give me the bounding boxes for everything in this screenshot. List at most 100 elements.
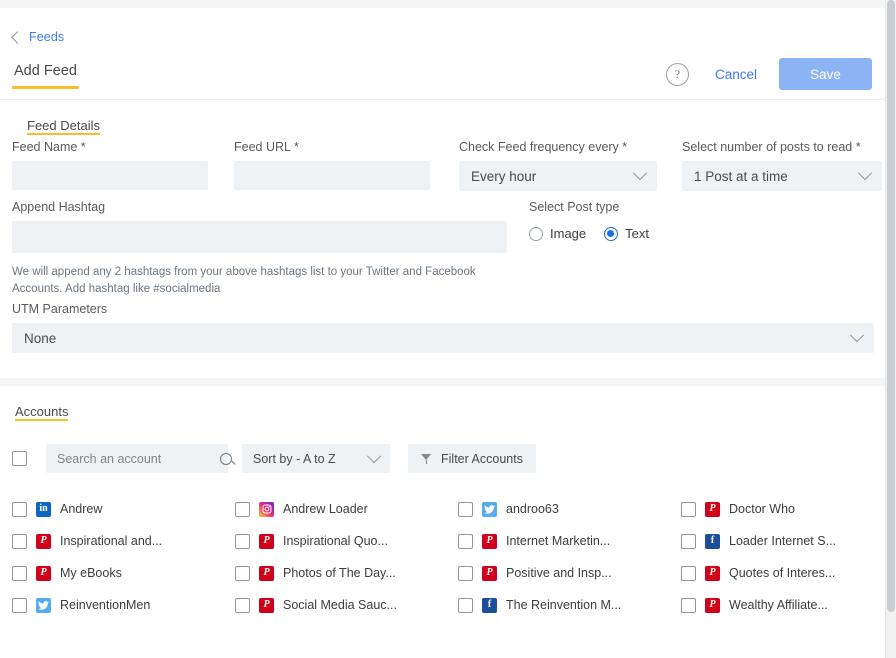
page-title-underline (12, 86, 79, 89)
account-item[interactable]: Andrew Loader (235, 493, 458, 525)
utm-value: None (24, 331, 56, 346)
tab-accounts[interactable]: Accounts (12, 404, 71, 428)
pinterest-icon: P (36, 534, 51, 549)
tab-feed-details[interactable]: Feed Details (24, 118, 103, 142)
account-item[interactable]: PDoctor Who (681, 493, 874, 525)
account-item[interactable]: PInspirational and... (12, 525, 235, 557)
account-checkbox[interactable] (12, 534, 27, 549)
account-checkbox[interactable] (681, 502, 696, 517)
account-label: Wealthy Affiliate... (729, 598, 828, 612)
account-item[interactable]: inAndrew (12, 493, 235, 525)
field-posts-to-read: Select number of posts to read * 1 Post … (682, 140, 882, 191)
account-checkbox[interactable] (458, 598, 473, 613)
feed-details-tab-wrap: Feed Details (12, 100, 874, 142)
twitter-icon (482, 502, 497, 517)
facebook-icon: f (705, 534, 720, 549)
account-checkbox[interactable] (235, 534, 250, 549)
account-label: Positive and Insp... (506, 566, 612, 580)
account-item[interactable]: PPositive and Insp... (458, 557, 681, 589)
save-button[interactable]: Save (779, 58, 872, 90)
select-all-checkbox[interactable] (12, 451, 27, 466)
breadcrumb-label: Feeds (29, 30, 64, 44)
account-label: Doctor Who (729, 502, 795, 516)
account-item[interactable]: PQuotes of Interes... (681, 557, 874, 589)
pinterest-icon: P (705, 598, 720, 613)
field-feed-url: Feed URL * (234, 140, 430, 190)
account-item[interactable]: PInspirational Quo... (235, 525, 458, 557)
account-checkbox[interactable] (458, 566, 473, 581)
field-feed-name: Feed Name * (12, 140, 208, 190)
add-feed-page: Feeds Add Feed ? Cancel Save Feed Detail… (0, 0, 896, 658)
account-item[interactable]: ReinventionMen (12, 589, 235, 621)
account-label: Photos of The Day... (283, 566, 396, 580)
account-checkbox[interactable] (12, 502, 27, 517)
pinterest-icon: P (36, 566, 51, 581)
page-scrollbar[interactable] (885, 0, 896, 658)
filter-accounts-button[interactable]: Filter Accounts (408, 444, 536, 473)
twitter-icon (36, 598, 51, 613)
append-hashtag-input[interactable] (12, 221, 507, 253)
pinterest-icon: P (259, 598, 274, 613)
linkedin-icon: in (36, 502, 51, 517)
post-type-option-image[interactable]: Image (529, 226, 586, 241)
posts-to-read-select[interactable]: 1 Post at a time (682, 161, 882, 191)
cancel-button[interactable]: Cancel (715, 67, 757, 82)
page-title-wrap: Add Feed (12, 63, 79, 89)
account-checkbox[interactable] (235, 502, 250, 517)
search-account-box[interactable] (46, 444, 228, 473)
account-checkbox[interactable] (681, 598, 696, 613)
utm-label: UTM Parameters (12, 302, 874, 316)
help-icon[interactable]: ? (666, 63, 689, 86)
account-item[interactable]: PPhotos of The Day... (235, 557, 458, 589)
feed-url-input[interactable] (234, 161, 430, 190)
account-checkbox[interactable] (458, 534, 473, 549)
feed-frequency-select[interactable]: Every hour (459, 161, 657, 191)
accounts-panel: Accounts Sort by - A to Z Filter Account… (0, 386, 886, 658)
append-hashtag-hint: We will append any 2 hashtags from your … (12, 264, 507, 297)
account-label: ReinventionMen (60, 598, 150, 612)
search-icon (220, 453, 232, 465)
chevron-down-icon (858, 166, 872, 180)
tab-feed-details-label: Feed Details (27, 118, 100, 133)
panel-spacer (0, 378, 886, 386)
chevron-down-icon (633, 166, 647, 180)
account-label: My eBooks (60, 566, 122, 580)
account-item[interactable]: f Loader Internet S... (681, 525, 874, 557)
account-item[interactable]: P My eBooks (12, 557, 235, 589)
account-checkbox[interactable] (12, 566, 27, 581)
account-checkbox[interactable] (458, 502, 473, 517)
account-item[interactable]: PInternet Marketin... (458, 525, 681, 557)
tab-accounts-label: Accounts (15, 404, 68, 419)
accounts-tab-wrap: Accounts (12, 386, 874, 428)
account-label: androo63 (506, 502, 559, 516)
feed-frequency-label: Check Feed frequency every * (459, 140, 657, 154)
account-label: Andrew Loader (283, 502, 368, 516)
sort-by-value: Sort by - A to Z (253, 452, 336, 466)
account-checkbox[interactable] (681, 534, 696, 549)
breadcrumb[interactable]: Feeds (13, 30, 64, 44)
account-item[interactable]: androo63 (458, 493, 681, 525)
search-input[interactable] (55, 451, 220, 467)
account-checkbox[interactable] (681, 566, 696, 581)
account-label: Loader Internet S... (729, 534, 836, 548)
field-utm-parameters: UTM Parameters None (12, 302, 874, 353)
account-label: Inspirational Quo... (283, 534, 388, 548)
post-type-option-text[interactable]: Text (604, 226, 649, 241)
page-scrollbar-thumb[interactable] (887, 0, 895, 612)
account-item[interactable]: PSocial Media Sauc... (235, 589, 458, 621)
utm-select[interactable]: None (12, 323, 874, 353)
posts-to-read-label: Select number of posts to read * (682, 140, 882, 154)
feed-name-input[interactable] (12, 161, 208, 190)
account-item[interactable]: fThe Reinvention M... (458, 589, 681, 621)
field-append-hashtag: Append Hashtag We will append any 2 hash… (12, 200, 507, 297)
append-hashtag-label: Append Hashtag (12, 200, 507, 214)
account-checkbox[interactable] (12, 598, 27, 613)
sort-by-select[interactable]: Sort by - A to Z (242, 444, 390, 473)
filter-icon (421, 453, 432, 464)
radio-text-icon (604, 227, 618, 241)
account-checkbox[interactable] (235, 598, 250, 613)
account-checkbox[interactable] (235, 566, 250, 581)
accounts-grid: inAndrewAndrew Loaderandroo63PDoctor Who… (12, 493, 874, 621)
account-label: Internet Marketin... (506, 534, 610, 548)
account-item[interactable]: P Wealthy Affiliate... (681, 589, 874, 621)
